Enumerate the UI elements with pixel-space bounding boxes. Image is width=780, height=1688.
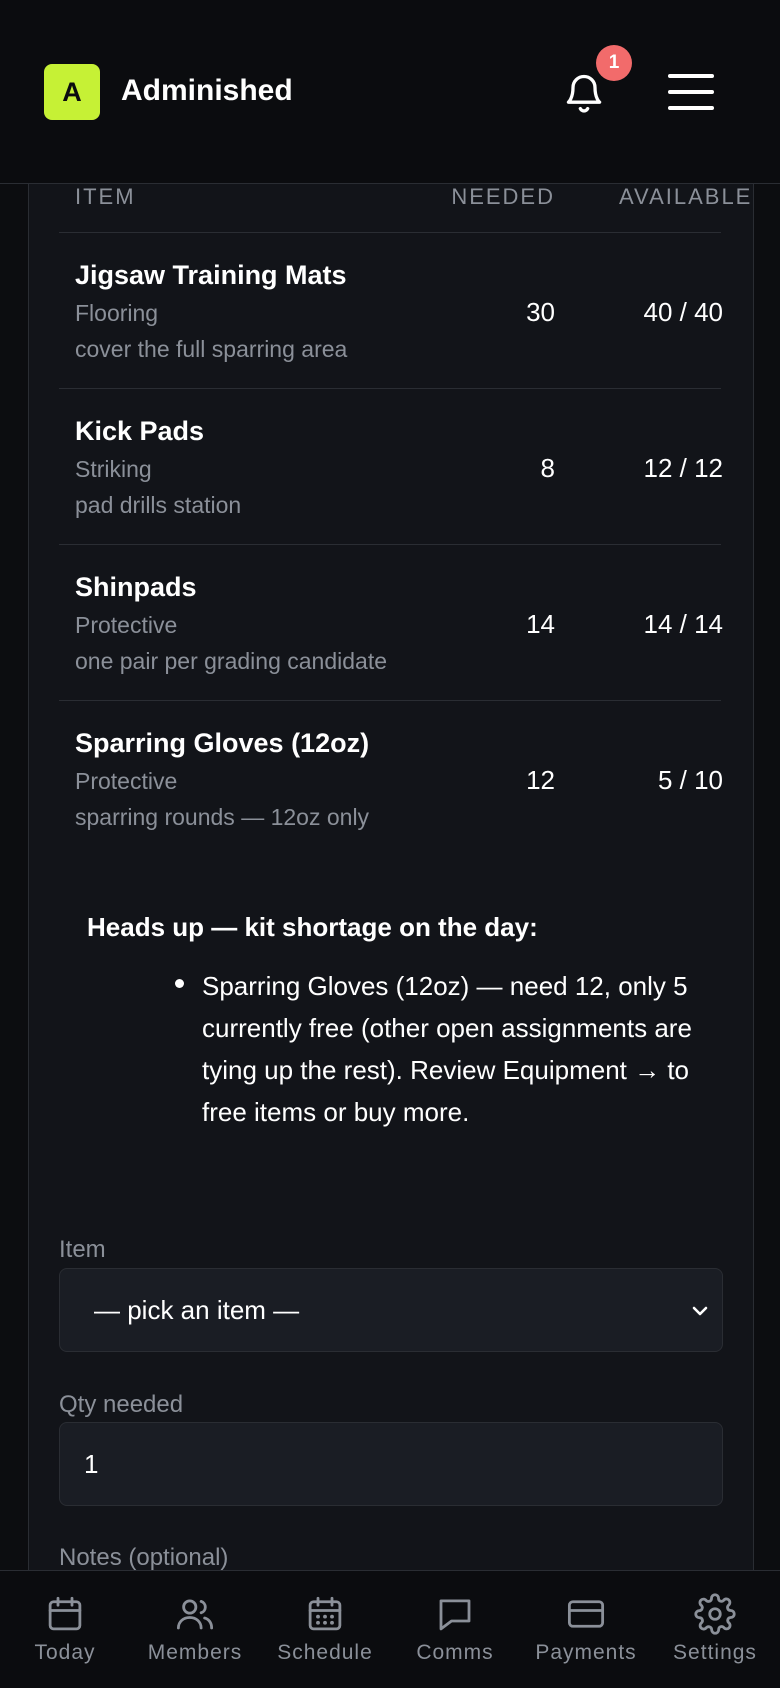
nav-item-comms[interactable]: Comms: [410, 1571, 500, 1688]
item-note: cover the full sparring area: [75, 336, 348, 362]
item-select-value: — pick an item —: [94, 1295, 300, 1325]
bullet-point: [175, 979, 184, 988]
main-panel: ITEM NEEDED AVAILABLE Jigsaw Training Ma…: [28, 184, 754, 1570]
alert-list: Sparring Gloves (12oz) — need 12, only 5…: [87, 965, 707, 1133]
bottom-nav: Today Members Schedule Comms Payments Se…: [0, 1570, 780, 1688]
table-row[interactable]: Jigsaw Training Mats Flooring cover the …: [59, 233, 723, 389]
item-available: 40 / 40: [643, 297, 723, 327]
alert-item: Sparring Gloves (12oz) — need 12, only 5…: [202, 971, 692, 1127]
chat-bubble-icon: [439, 1599, 471, 1631]
item-name: Jigsaw Training Mats: [75, 260, 347, 290]
alert-title: Heads up — kit shortage on the day:: [87, 912, 538, 942]
item-category: Protective: [75, 612, 178, 638]
item-name: Sparring Gloves (12oz): [75, 728, 370, 758]
app-logo[interactable]: A: [44, 64, 100, 120]
item-needed: 12: [526, 765, 555, 795]
item-available: 12 / 12: [643, 453, 723, 483]
users-icon: [176, 1599, 214, 1630]
nav-label: Schedule: [277, 1641, 373, 1664]
table-row[interactable]: Shinpads Protective one pair per grading…: [59, 545, 723, 701]
item-needed: 30: [526, 297, 555, 327]
nav-item-today[interactable]: Today: [22, 1571, 108, 1688]
notification-badge[interactable]: 1: [596, 45, 632, 81]
item-note: sparring rounds — 12oz only: [75, 804, 370, 830]
nav-label: Comms: [416, 1641, 494, 1664]
item-category: Striking: [75, 456, 152, 482]
notes-field-label: Notes (optional): [59, 1544, 229, 1570]
item-needed: 14: [526, 609, 555, 639]
item-category: Flooring: [75, 300, 159, 326]
table-row[interactable]: Kick Pads Striking pad drills station 8 …: [59, 389, 723, 545]
nav-item-settings[interactable]: Settings: [668, 1571, 762, 1688]
calendar-icon: [48, 1596, 82, 1631]
item-available: 14 / 14: [643, 609, 723, 639]
column-header-needed: NEEDED: [451, 184, 555, 209]
app-name[interactable]: Adminished: [121, 74, 293, 108]
item-category: Protective: [75, 768, 178, 794]
nav-item-payments[interactable]: Payments: [530, 1571, 642, 1688]
nav-item-members[interactable]: Members: [140, 1571, 250, 1688]
calendar-grid-icon: [308, 1596, 342, 1631]
top-header: A Adminished 1: [0, 0, 780, 184]
column-header-available: AVAILABLE: [619, 184, 753, 209]
nav-label: Settings: [673, 1641, 757, 1664]
gear-icon: [694, 1593, 736, 1635]
nav-item-schedule[interactable]: Schedule: [274, 1571, 376, 1688]
qty-field-label: Qty needed: [59, 1391, 184, 1418]
item-name: Shinpads: [75, 572, 197, 602]
column-header-item: ITEM: [75, 184, 136, 209]
item-select[interactable]: — pick an item —: [59, 1268, 723, 1352]
nav-label: Payments: [535, 1641, 637, 1664]
item-needed: 8: [540, 453, 555, 483]
qty-needed-value: 1: [84, 1449, 99, 1479]
table-row[interactable]: Sparring Gloves (12oz) Protective sparri…: [59, 701, 723, 857]
chevron-down-icon: [692, 1306, 708, 1316]
shortage-alert: Heads up — kit shortage on the day: Spar…: [87, 912, 707, 1133]
item-name: Kick Pads: [75, 416, 205, 446]
nav-label: Today: [34, 1641, 96, 1664]
credit-card-icon: [567, 1600, 605, 1628]
item-field-label: Item: [59, 1236, 106, 1263]
item-available: 5 / 10: [657, 765, 723, 795]
hamburger-menu-icon[interactable]: [668, 72, 716, 112]
app-screen: A Adminished 1 ITEM NEEDED AVAILABLE Jig…: [0, 0, 780, 1688]
item-note: pad drills station: [75, 492, 242, 518]
item-note: one pair per grading candidate: [75, 648, 388, 674]
nav-label: Members: [147, 1641, 243, 1664]
bell-icon[interactable]: [562, 70, 606, 116]
qty-needed-input[interactable]: 1: [59, 1422, 723, 1506]
